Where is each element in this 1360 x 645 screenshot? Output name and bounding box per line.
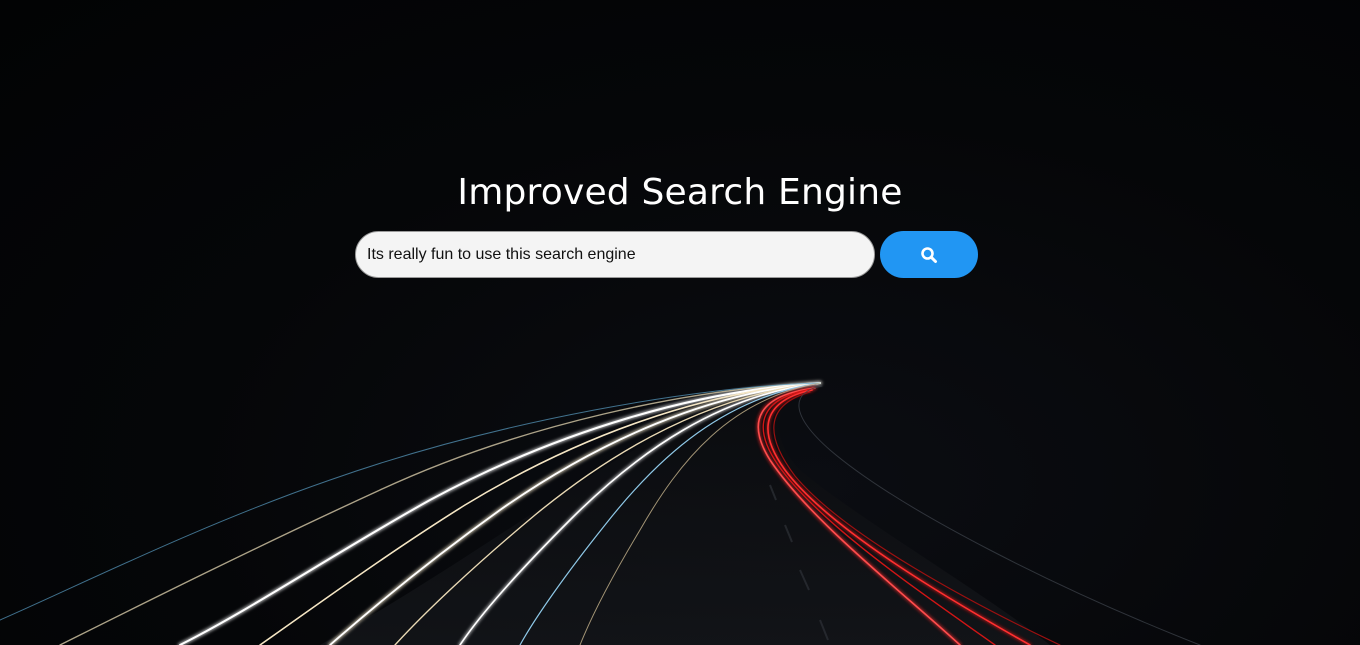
search-page: Improved Search Engine: [0, 0, 1360, 645]
search-input[interactable]: [355, 231, 875, 278]
highway-light-trails-background: [0, 381, 1201, 645]
search-button[interactable]: [880, 231, 978, 278]
search-icon: [920, 246, 938, 264]
search-bar: [355, 231, 978, 278]
page-title: Improved Search Engine: [457, 172, 903, 214]
